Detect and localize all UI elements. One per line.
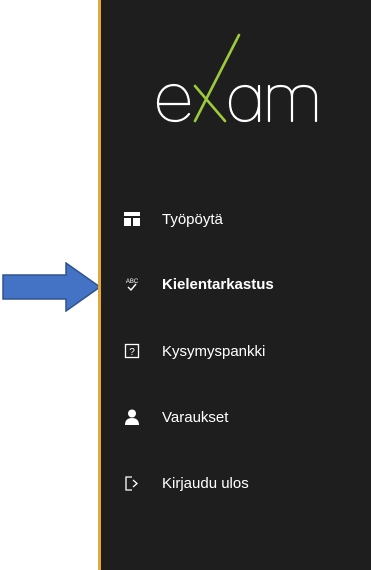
sidebar: Työpöytä ABC Kielentarkastus ? Kysymyspa… [98,0,371,570]
nav-item-spellcheck[interactable]: ABC Kielentarkastus [123,271,274,297]
screen: Työpöytä ABC Kielentarkastus ? Kysymyspa… [0,0,371,570]
nav-item-reservations[interactable]: Varaukset [123,404,228,430]
svg-text:ABC: ABC [126,279,139,285]
nav-label-spellcheck: Kielentarkastus [162,275,274,293]
nav-label-reservations: Varaukset [162,408,229,426]
nav-label-logout: Kirjaudu ulos [162,474,249,492]
user-icon [123,408,141,426]
svg-text:?: ? [129,347,135,358]
spellcheck-icon: ABC [123,275,141,293]
nav-label-dashboard: Työpöytä [162,210,223,228]
dashboard-icon [123,210,141,228]
nav-item-logout[interactable]: Kirjaudu ulos [123,470,249,496]
pointer-arrow [2,262,102,312]
logout-icon [123,474,141,492]
nav-item-question-bank[interactable]: ? Kysymyspankki [123,338,265,364]
question-box-icon: ? [123,342,141,360]
nav-item-dashboard[interactable]: Työpöytä [123,206,223,232]
nav-label-question-bank: Kysymyspankki [162,342,266,360]
exam-logo[interactable] [151,30,331,130]
